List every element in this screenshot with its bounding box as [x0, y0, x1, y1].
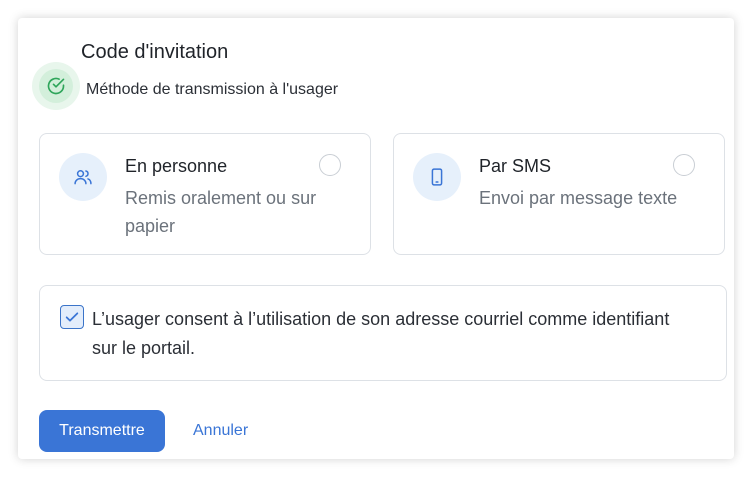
smartphone-icon [413, 153, 461, 201]
option-radio[interactable] [319, 154, 341, 176]
invitation-code-dialog: Code d'invitation Méthode de transmissio… [18, 18, 734, 459]
dialog-title: Code d'invitation [81, 41, 229, 63]
option-title: En personne [125, 156, 228, 176]
option-in-person[interactable]: En personne Remis oralement ou sur papie… [39, 133, 371, 255]
submit-button[interactable]: Transmettre [39, 410, 165, 452]
checkmark-icon [65, 312, 79, 322]
consent-checkbox[interactable] [60, 305, 84, 329]
option-radio[interactable] [673, 154, 695, 176]
option-title: Par SMS [479, 156, 552, 176]
consent-box: L’usager consent à l’utilisation de son … [39, 285, 727, 381]
cancel-button[interactable]: Annuler [181, 410, 260, 452]
users-icon [59, 153, 107, 201]
option-sms[interactable]: Par SMS Envoi par message texte [393, 133, 725, 255]
dialog-subtitle: Méthode de transmission à l'usager [86, 81, 339, 98]
consent-label[interactable]: L’usager consent à l’utilisation de son … [92, 305, 692, 363]
check-circle-icon [39, 69, 73, 103]
status-indicator [32, 62, 80, 110]
option-description: Envoi par message texte [479, 188, 678, 208]
option-description: Remis oralement ou sur papier [125, 188, 317, 236]
